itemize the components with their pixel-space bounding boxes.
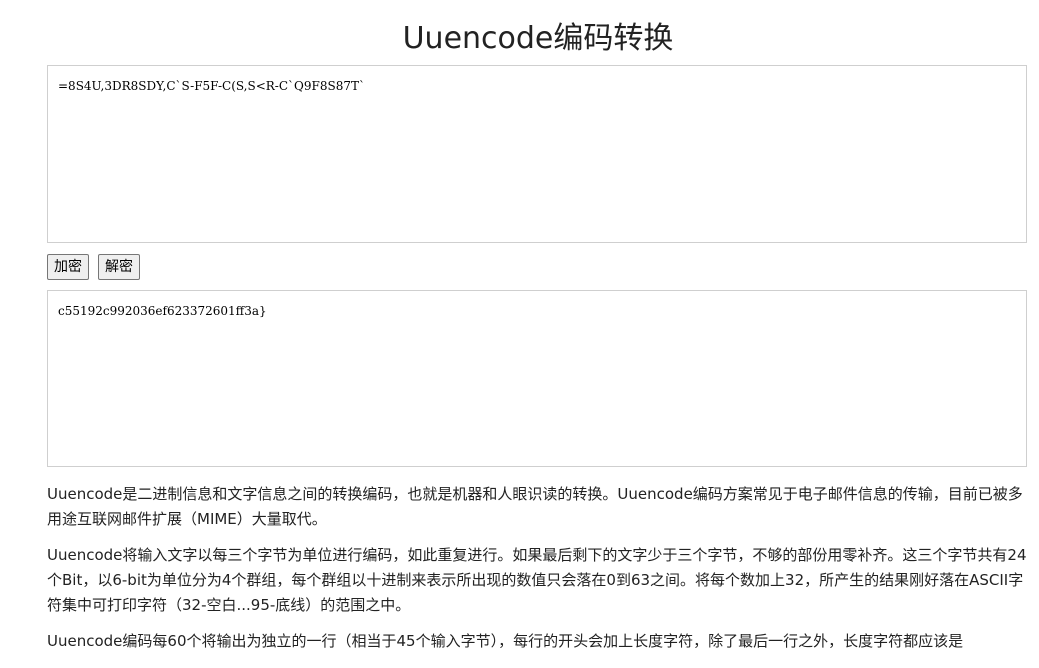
description-paragraph: Uuencode将输入文字以每三个字节为单位进行编码，如此重复进行。如果最后剩下…: [47, 546, 1027, 614]
output-textarea[interactable]: c55192c992036ef623372601ff3a}: [47, 290, 1027, 467]
description-paragraph: Uuencode是二进制信息和文字信息之间的转换编码，也就是机器和人眼识读的转换…: [47, 485, 1023, 528]
action-buttons: 加密 解密: [47, 254, 140, 280]
decrypt-button[interactable]: 解密: [98, 254, 140, 280]
encrypt-button[interactable]: 加密: [47, 254, 89, 280]
description: Uuencode是二进制信息和文字信息之间的转换编码，也就是机器和人眼识读的转换…: [47, 482, 1032, 665]
page-title: Uuencode编码转换: [402, 21, 674, 57]
description-paragraph: Uuencode编码每60个将输出为独立的一行（相当于45个输入字节），每行的开…: [47, 632, 964, 650]
input-textarea[interactable]: =8S4U,3DR8SDY,C`S-F5F-C(S,S<R-C`Q9F8S87T…: [47, 65, 1027, 243]
page: Uuencode编码转换 =8S4U,3DR8SDY,C`S-F5F-C(S,S…: [0, 0, 1039, 668]
